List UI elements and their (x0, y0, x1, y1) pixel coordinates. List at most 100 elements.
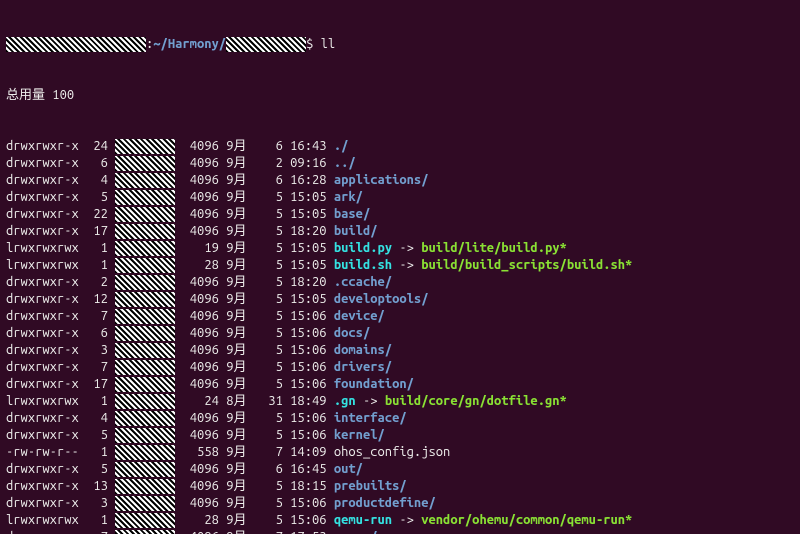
size: 4096 (175, 275, 226, 289)
month: 9月 (226, 275, 246, 289)
perm: drwxrwxr-x (6, 275, 86, 289)
file-name: out/ (334, 462, 363, 476)
list-item: lrwxrwxrwx 1 24 8月 31 18:49 .gn -> build… (6, 393, 794, 410)
perm: lrwxrwxrwx (6, 241, 86, 255)
file-name: foundation/ (334, 377, 414, 391)
perm: drwxrwxr-x (6, 462, 86, 476)
list-item: drwxrwxr-x 6 4096 9月 2 09:16 ../ (6, 155, 794, 172)
redacted-owner (115, 156, 175, 171)
size: 4096 (175, 207, 226, 221)
perm: lrwxrwxrwx (6, 258, 86, 272)
perm: drwxrwxr-x (6, 496, 86, 510)
symlink-target: build/build_scripts/build.sh* (421, 258, 632, 272)
size: 4096 (175, 224, 226, 238)
time: 15:06 (290, 513, 334, 527)
time: 15:05 (290, 292, 334, 306)
list-item: drwxrwxr-x 3 4096 9月 5 15:06 domains/ (6, 342, 794, 359)
perm: drwxrwxr-x (6, 360, 86, 374)
perm: drwxrwxr-x (6, 377, 86, 391)
day: 5 (246, 224, 290, 238)
perm: lrwxrwxrwx (6, 513, 86, 527)
day: 6 (246, 173, 290, 187)
time: 18:15 (290, 479, 334, 493)
time: 18:20 (290, 275, 334, 289)
links: 6 (86, 326, 115, 340)
day: 5 (246, 513, 290, 527)
links: 1 (86, 241, 115, 255)
time: 15:06 (290, 428, 334, 442)
day: 31 (246, 394, 290, 408)
month: 9月 (226, 292, 246, 306)
links: 1 (86, 394, 115, 408)
total-line: 总用量 100 (6, 87, 794, 104)
typed-command: ll (321, 37, 336, 51)
file-name: productdefine/ (334, 496, 436, 510)
time: 15:05 (290, 207, 334, 221)
size: 4096 (175, 496, 226, 510)
day: 7 (246, 530, 290, 534)
day: 5 (246, 309, 290, 323)
time: 15:06 (290, 326, 334, 340)
links: 3 (86, 496, 115, 510)
day: 5 (246, 411, 290, 425)
links: 17 (86, 224, 115, 238)
symlink-target: build/core/gn/dotfile.gn* (385, 394, 567, 408)
file-name: applications/ (334, 173, 429, 187)
redacted-owner (115, 190, 175, 205)
size: 24 (175, 394, 226, 408)
time: 16:28 (290, 173, 334, 187)
perm: drwxrwxr-x (6, 292, 86, 306)
list-item: drwxrwxr-x 7 4096 9月 7 17:53 .repo/ (6, 529, 794, 534)
time: 15:06 (290, 309, 334, 323)
time: 15:06 (290, 411, 334, 425)
links: 5 (86, 428, 115, 442)
list-item: lrwxrwxrwx 1 28 9月 5 15:05 build.sh -> b… (6, 257, 794, 274)
redacted-owner (115, 139, 175, 154)
file-name: build.py (334, 241, 392, 255)
time: 15:05 (290, 241, 334, 255)
redacted-owner (115, 309, 175, 324)
month: 9月 (226, 258, 246, 272)
time: 15:06 (290, 496, 334, 510)
redacted-owner (115, 241, 175, 256)
time: 16:45 (290, 462, 334, 476)
size: 4096 (175, 326, 226, 340)
file-name: ../ (334, 156, 356, 170)
redacted-owner (115, 207, 175, 222)
month: 9月 (226, 241, 246, 255)
file-name: ohos_config.json (334, 445, 450, 459)
symlink-arrow: -> (392, 513, 421, 527)
day: 5 (246, 241, 290, 255)
redacted-owner (115, 428, 175, 443)
month: 9月 (226, 513, 246, 527)
list-item: drwxrwxr-x 7 4096 9月 5 15:06 drivers/ (6, 359, 794, 376)
month: 9月 (226, 479, 246, 493)
list-item: drwxrwxr-x 24 4096 9月 6 16:43 ./ (6, 138, 794, 155)
size: 28 (175, 258, 226, 272)
file-name: build/ (334, 224, 378, 238)
time: 17:53 (290, 530, 334, 534)
symlink-arrow: -> (392, 241, 421, 255)
redacted-owner (115, 394, 175, 409)
total-label: 总用量 (6, 88, 45, 102)
list-item: drwxrwxr-x 4 4096 9月 5 15:06 interface/ (6, 410, 794, 427)
month: 9月 (226, 360, 246, 374)
list-item: drwxrwxr-x 3 4096 9月 5 15:06 productdefi… (6, 495, 794, 512)
redacted-owner (115, 173, 175, 188)
redacted-owner (115, 411, 175, 426)
file-name: interface/ (334, 411, 407, 425)
month: 9月 (226, 207, 246, 221)
day: 5 (246, 496, 290, 510)
perm: drwxrwxr-x (6, 411, 86, 425)
perm: drwxrwxr-x (6, 173, 86, 187)
links: 1 (86, 258, 115, 272)
links: 5 (86, 190, 115, 204)
links: 24 (86, 139, 115, 153)
file-name: device/ (334, 309, 385, 323)
prompt-dollar: $ (306, 37, 313, 51)
terminal[interactable]: :~/Harmony/$ ll 总用量 100 drwxrwxr-x 24 40… (0, 0, 800, 534)
month: 9月 (226, 343, 246, 357)
redacted-owner (115, 377, 175, 392)
day: 6 (246, 462, 290, 476)
size: 4096 (175, 190, 226, 204)
